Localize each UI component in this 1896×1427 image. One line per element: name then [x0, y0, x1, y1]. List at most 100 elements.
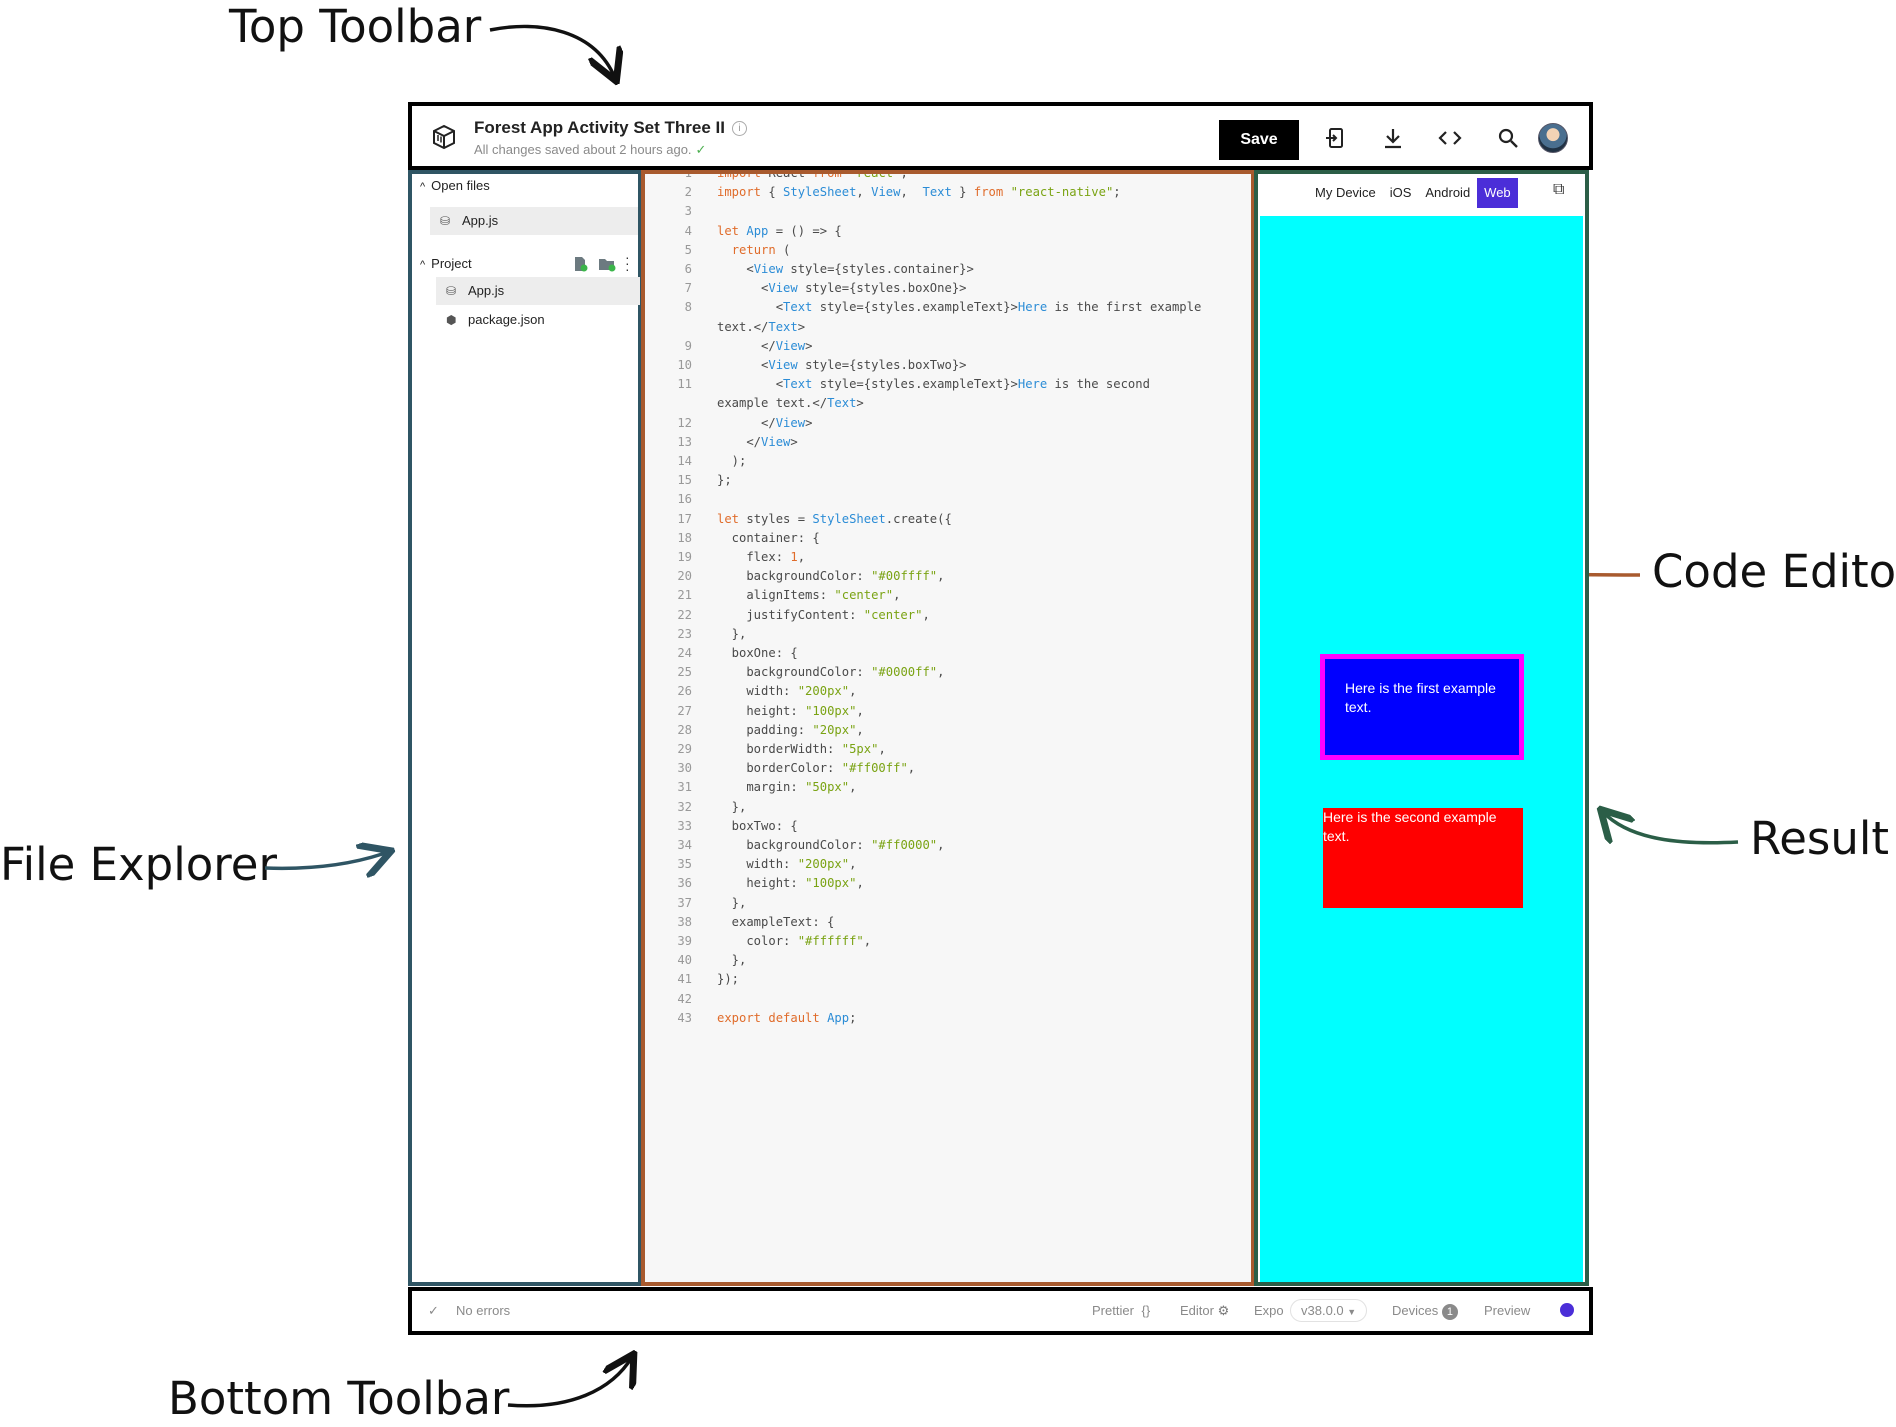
code-line[interactable]: text.</Text>	[645, 318, 1251, 337]
code-line[interactable]: 40 },	[645, 951, 1251, 970]
code-line[interactable]: 26 width: "200px",	[645, 682, 1251, 701]
code-line[interactable]: 35 width: "200px",	[645, 855, 1251, 874]
project-title[interactable]: Forest App Activity Set Three II	[474, 118, 725, 138]
code-line[interactable]: 28 padding: "20px",	[645, 721, 1251, 740]
code-text: },	[717, 799, 747, 814]
code-line[interactable]: 16	[645, 490, 1251, 509]
code-line[interactable]: 9 </View>	[645, 337, 1251, 356]
code-line[interactable]: 23 },	[645, 625, 1251, 644]
code-line[interactable]: 7 <View style={styles.boxOne}>	[645, 279, 1251, 298]
code-text: },	[717, 895, 747, 910]
code-line[interactable]: 37 },	[645, 894, 1251, 913]
code-line[interactable]: example text.</Text>	[645, 394, 1251, 413]
code-line[interactable]: 6 <View style={styles.container}>	[645, 260, 1251, 279]
line-number: 35	[677, 857, 692, 872]
code-text: <Text style={styles.exampleText}>Here is…	[717, 377, 1150, 392]
code-editor[interactable]: 1 import React from 'react'; 2 import { Sty…	[641, 170, 1255, 1286]
code-text: example text.</Text>	[717, 396, 864, 411]
code-line[interactable]: 18 container: {	[645, 529, 1251, 548]
line-number: 32	[677, 799, 692, 814]
code-line[interactable]: 42	[645, 990, 1251, 1009]
code-text: text.</Text>	[717, 319, 806, 334]
open-files-header[interactable]: ^ Open files	[420, 178, 490, 193]
error-status[interactable]: No errors	[456, 1303, 510, 1318]
code-text: });	[717, 972, 740, 987]
tab-ios[interactable]: iOS	[1383, 178, 1419, 208]
file-label: package.json	[468, 312, 545, 327]
code-line[interactable]: 10 <View style={styles.boxTwo}>	[645, 356, 1251, 375]
devices-button[interactable]: Devices 1	[1392, 1303, 1458, 1320]
line-number: 31	[677, 780, 692, 795]
code-line[interactable]: 11 <Text style={styles.exampleText}>Here…	[645, 375, 1251, 394]
code-line[interactable]: 4 let App = () => {	[645, 222, 1251, 241]
code-text: </View>	[717, 434, 798, 449]
tab-web[interactable]: Web	[1477, 178, 1518, 208]
code-line[interactable]: 21 alignItems: "center",	[645, 586, 1251, 605]
line-number: 17	[677, 511, 692, 526]
code-line[interactable]: 38 exampleText: {	[645, 913, 1251, 932]
code-line[interactable]: 24 boxOne: {	[645, 644, 1251, 663]
code-line[interactable]: 8 <Text style={styles.exampleText}>Here …	[645, 298, 1251, 317]
save-button[interactable]: Save	[1219, 120, 1299, 160]
embed-code-icon[interactable]	[1438, 126, 1462, 150]
line-number: 4	[684, 223, 692, 238]
project-file-package-json[interactable]: ⬢ package.json	[436, 306, 640, 334]
code-line[interactable]: 15};	[645, 471, 1251, 490]
project-header[interactable]: ^ Project	[420, 256, 472, 271]
new-folder-icon[interactable]	[598, 256, 616, 272]
prettier-toggle[interactable]: Prettier {}	[1092, 1303, 1150, 1318]
code-line[interactable]: 30 borderColor: "#ff00ff",	[645, 759, 1251, 778]
info-icon[interactable]: i	[732, 121, 747, 136]
code-line[interactable]: 36 height: "100px",	[645, 874, 1251, 893]
download-icon[interactable]	[1381, 126, 1405, 150]
code-line[interactable]: 19 flex: 1,	[645, 548, 1251, 567]
code-line[interactable]: 43 export default App;	[645, 1009, 1251, 1028]
tab-my-device[interactable]: My Device	[1308, 178, 1383, 208]
code-line[interactable]: 39 color: "#ffffff",	[645, 932, 1251, 951]
code-line[interactable]: 2 import { StyleSheet, View, Text } from …	[645, 183, 1251, 202]
new-file-icon[interactable]	[572, 256, 588, 272]
project-file-app-js[interactable]: ⛁ App.js	[436, 277, 640, 305]
code-line[interactable]: 32 },	[645, 798, 1251, 817]
line-number: 25	[677, 665, 692, 680]
code-line[interactable]: 25 backgroundColor: "#0000ff",	[645, 663, 1251, 682]
code-line[interactable]: 33 boxTwo: {	[645, 817, 1251, 836]
braces-icon: {}	[1141, 1303, 1151, 1318]
code-line[interactable]: 3	[645, 202, 1251, 221]
device-import-icon[interactable]	[1324, 126, 1348, 150]
code-text: </View>	[717, 338, 813, 353]
code-line[interactable]: 31 margin: "50px",	[645, 778, 1251, 797]
code-line[interactable]: 29 borderWidth: "5px",	[645, 740, 1251, 759]
code-line[interactable]: 22 justifyContent: "center",	[645, 606, 1251, 625]
line-number: 37	[677, 895, 692, 910]
preview-label: Preview	[1484, 1303, 1531, 1318]
project-label: Project	[431, 256, 472, 271]
open-external-icon[interactable]: ⧉	[1553, 182, 1569, 198]
tab-android[interactable]: Android	[1418, 178, 1477, 208]
code-line[interactable]: 17 let styles = StyleSheet.create({	[645, 510, 1251, 529]
sdk-version-select[interactable]: v38.0.0 ▼	[1290, 1299, 1368, 1322]
editor-settings[interactable]: Editor ⚙	[1180, 1303, 1229, 1319]
code-line[interactable]: 13 </View>	[645, 433, 1251, 452]
arrow-top-toolbar	[489, 24, 615, 78]
more-options-icon[interactable]: · · ·	[625, 250, 630, 276]
open-file-app-js[interactable]: ⛁ App.js	[430, 207, 638, 235]
code-line[interactable]: 20 backgroundColor: "#00ffff",	[645, 567, 1251, 586]
code-line[interactable]: 1 import React from 'react';	[645, 174, 1251, 183]
code-line[interactable]: 27 height: "100px",	[645, 702, 1251, 721]
code-line[interactable]: 41});	[645, 970, 1251, 989]
preview-toggle[interactable]	[1560, 1303, 1574, 1317]
line-number: 27	[677, 703, 692, 718]
code-text: margin: "50px",	[717, 780, 857, 795]
user-avatar[interactable]	[1538, 123, 1568, 153]
line-number: 39	[677, 934, 692, 948]
expo-label: Expo	[1254, 1303, 1284, 1318]
code-line[interactable]: 34 backgroundColor: "#ff0000",	[645, 836, 1251, 855]
code-line[interactable]: 14 );	[645, 452, 1251, 471]
line-number: 43	[677, 1010, 692, 1025]
code-text: let App = () => {	[717, 223, 842, 238]
js-file-icon: ⛁	[446, 284, 457, 298]
search-icon[interactable]	[1496, 126, 1520, 150]
code-line[interactable]: 5 return (	[645, 241, 1251, 260]
code-line[interactable]: 12 </View>	[645, 414, 1251, 433]
